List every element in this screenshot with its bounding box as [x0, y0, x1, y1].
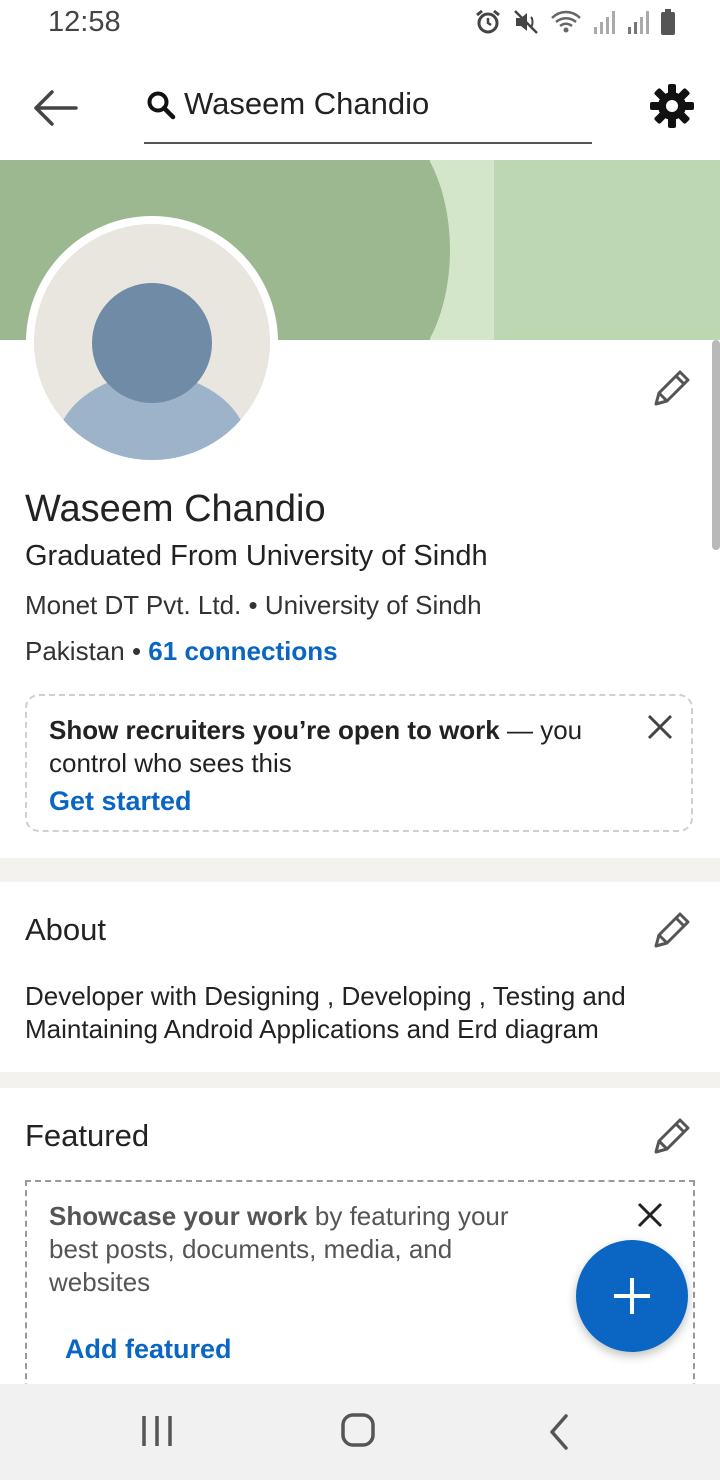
signal-icon — [594, 11, 615, 34]
connections-link[interactable]: 61 connections — [148, 636, 337, 666]
open-to-work-bold: Show recruiters you’re open to work — [49, 715, 500, 745]
avatar[interactable] — [26, 216, 278, 468]
search-icon — [147, 91, 176, 120]
featured-prompt-text: Showcase your work by featuring your bes… — [49, 1200, 549, 1299]
profile-location-connections: Pakistan • 61 connections — [25, 636, 338, 667]
add-featured-link[interactable]: Add featured — [65, 1334, 232, 1365]
profile-headline: Graduated From University of Sindh — [25, 540, 488, 572]
open-to-work-text: Show recruiters you’re open to work — yo… — [49, 714, 609, 780]
mute-icon — [514, 10, 538, 34]
scrollbar[interactable] — [712, 340, 720, 550]
get-started-link[interactable]: Get started — [49, 786, 192, 817]
open-to-work-banner: Show recruiters you’re open to work — yo… — [25, 694, 693, 832]
profile-school[interactable]: University of Sindh — [265, 590, 482, 620]
status-icons — [474, 8, 676, 36]
close-icon[interactable] — [635, 1200, 665, 1230]
featured-title: Featured — [25, 1118, 150, 1153]
add-fab-button[interactable] — [576, 1240, 688, 1352]
edit-profile-pencil-icon[interactable] — [650, 366, 694, 410]
nav-back-icon[interactable] — [540, 1412, 580, 1452]
separator: • — [124, 636, 149, 666]
edit-about-pencil-icon[interactable] — [650, 908, 694, 952]
status-bar: 12:58 — [0, 0, 720, 60]
system-nav-bar — [0, 1384, 720, 1480]
edit-featured-pencil-icon[interactable] — [650, 1114, 694, 1158]
wifi-icon — [551, 10, 581, 33]
about-text: Developer with Designing , Developing , … — [25, 981, 626, 1044]
search-field[interactable]: Waseem Chandio — [144, 80, 592, 144]
featured-bold: Showcase your work — [49, 1201, 308, 1231]
recent-apps-icon[interactable] — [138, 1412, 176, 1450]
battery-icon — [661, 9, 675, 35]
about-title: About — [25, 912, 107, 947]
signal-icon — [628, 11, 649, 34]
profile-name: Waseem Chandio — [25, 488, 326, 530]
home-icon[interactable] — [338, 1410, 378, 1450]
alarm-icon — [476, 9, 500, 34]
plus-icon — [614, 1278, 650, 1314]
top-app-bar: Waseem Chandio — [0, 60, 720, 160]
close-icon[interactable] — [645, 712, 675, 742]
profile-location: Pakistan — [25, 636, 125, 666]
about-section: About Developer with Designing , Develop… — [0, 882, 720, 1072]
profile-company[interactable]: Monet DT Pvt. Ltd. — [25, 590, 241, 620]
search-input[interactable]: Waseem Chandio — [184, 86, 429, 122]
status-time: 12:58 — [48, 6, 121, 38]
separator: • — [241, 590, 265, 620]
profile-work-education: Monet DT Pvt. Ltd. • University of Sindh — [25, 590, 482, 621]
back-arrow-icon[interactable] — [30, 88, 78, 128]
gear-icon[interactable] — [648, 82, 696, 130]
